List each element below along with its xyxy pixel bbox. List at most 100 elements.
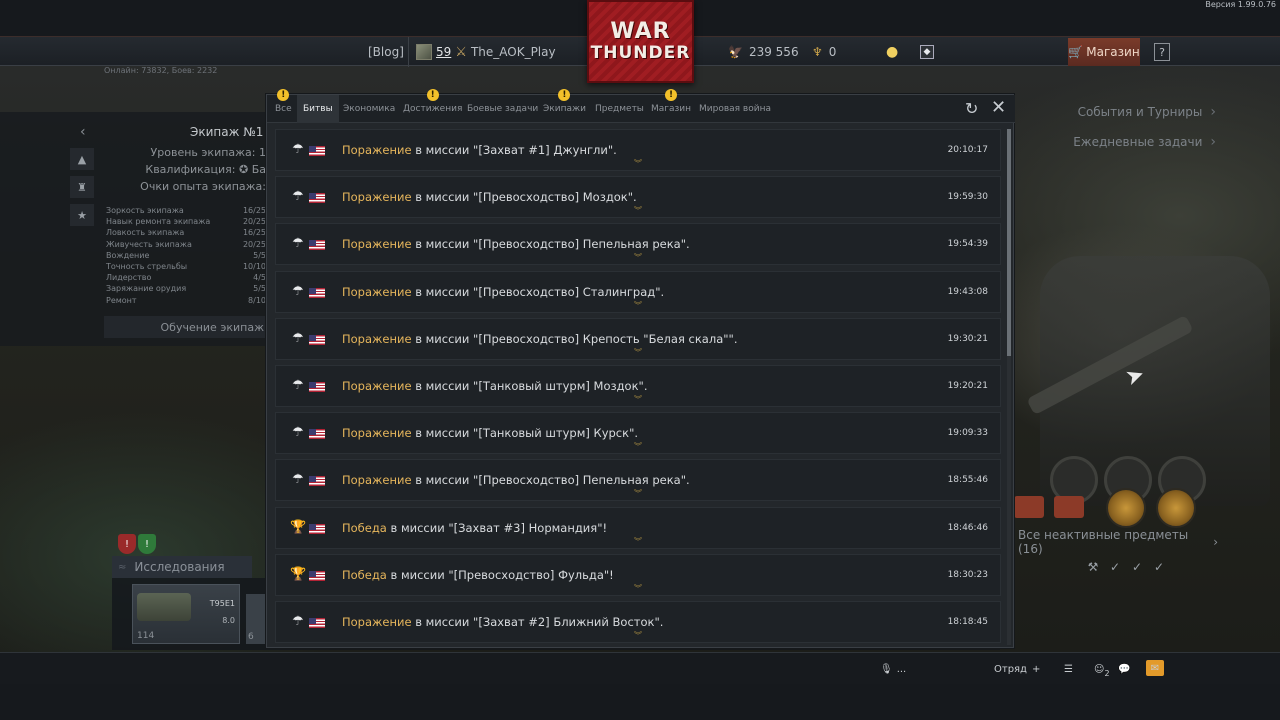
expand-chevron-icon[interactable]: ︾ (634, 347, 642, 358)
star-icon[interactable]: ★ (70, 204, 94, 226)
mission-name: "[Захват #2] Ближний Восток". (473, 614, 664, 629)
expand-chevron-icon[interactable]: ︾ (634, 536, 642, 547)
player-profile[interactable]: 59 ⚔ The_AOK_Play (416, 37, 556, 67)
notification-message: Поражение в миссии "[Захват #2] Ближний … (342, 615, 663, 629)
connector-text: в миссии (390, 567, 445, 582)
notifications-modal: Все! Битвы Экономика Достижения! Боевые зада… (266, 89, 1015, 648)
research-tab[interactable]: ≈ Исследования (112, 556, 252, 578)
expand-chevron-icon[interactable]: ︾ (634, 205, 642, 216)
gold-balance[interactable]: ♆ 0 (812, 37, 836, 67)
notifications-tab[interactable]: Экипажи! (537, 89, 592, 123)
eagle-icon: 🦅 (728, 45, 743, 59)
notifications-tab[interactable]: Магазин! (645, 89, 697, 123)
connector-text: в миссии (415, 237, 470, 252)
mission-name: "[Превосходство] Пепельная река". (473, 473, 690, 488)
crossed-swords-icon: ⚔ (455, 44, 467, 60)
scrollbar-thumb[interactable] (1007, 129, 1011, 357)
add-squad-icon[interactable]: + (1032, 653, 1040, 685)
squad-label[interactable]: Отряд (994, 653, 1027, 685)
inactive-items-label: Все неактивные предметы (16) (1018, 528, 1189, 556)
battle-notification[interactable]: ☂ Поражение в миссии "[Танковый штурм] Мо… (275, 364, 1001, 407)
notifications-tab[interactable]: Достижения! (397, 89, 468, 123)
soldier-icon[interactable]: ♜ (70, 176, 94, 198)
medal-icon[interactable] (1156, 488, 1196, 528)
chat-icon[interactable]: 💬 (1118, 653, 1130, 685)
vehicle-card[interactable]: T95E1 8.0 114 (132, 584, 240, 644)
mail-icon[interactable]: ✉ (1146, 660, 1164, 676)
notification-message: Поражение в миссии "[Танковый штурм] Моз… (342, 379, 647, 393)
tank-icon[interactable]: ▲ (70, 148, 94, 170)
connector-text: в миссии (415, 331, 470, 346)
wrench-icon[interactable]: ⚒ (1084, 560, 1102, 574)
battle-notification[interactable]: 🏆 Победа в миссии "[Захват #3] Нормандия"… (275, 506, 1001, 549)
result-text: Победа (342, 520, 387, 535)
notification-time: 18:18:45 (947, 616, 988, 627)
battle-notification[interactable]: ☂ Поражение в миссии "[Захват #1] Джунгли… (275, 129, 1001, 171)
daily-tasks-label: Ежедневные задачи (1073, 135, 1203, 149)
scrollbar[interactable] (1007, 129, 1011, 645)
voice-chat-button[interactable]: 🎙 ... (880, 653, 906, 685)
expand-chevron-icon[interactable]: ︾ (634, 630, 642, 641)
daily-tasks-link[interactable]: Ежедневные задачи › (1014, 128, 1222, 156)
close-icon[interactable]: ✕ (991, 97, 1006, 118)
vehicle-card[interactable]: 6 (246, 594, 266, 644)
battle-notification[interactable]: ☂ Поражение в миссии "[Танковый штурм] Ку… (275, 412, 1001, 455)
notifications-tab[interactable]: Битвы (297, 95, 339, 123)
notification-message: Поражение в миссии "[Танковый штурм] Кур… (342, 426, 638, 440)
red-shield-icon[interactable]: ! (118, 534, 136, 554)
notifications-tab[interactable]: Мировая война (693, 95, 777, 123)
multi-check-icon[interactable]: ✓ (1128, 560, 1146, 574)
battle-notification[interactable]: ☂ Поражение в миссии "[Превосходство] Пеп… (275, 459, 1001, 502)
ticket-icon[interactable] (1054, 496, 1084, 518)
battle-notification[interactable]: ☂ Поражение в миссии "[Превосходство] Пеп… (275, 223, 1001, 266)
notifications-tab[interactable]: Предметы (589, 95, 650, 123)
crew-stat-row: Ремонт 8/10 (106, 295, 266, 305)
ticket-icon[interactable] (1014, 496, 1044, 518)
blog-link[interactable]: [Blog] (364, 37, 409, 67)
friends-button[interactable]: ☺ 2 (1094, 653, 1110, 685)
lightbulb-icon[interactable]: ● (886, 37, 898, 67)
notifications-tab[interactable]: Экономика (337, 95, 401, 123)
notification-time: 18:55:46 (947, 475, 988, 486)
help-button[interactable]: ? (1154, 43, 1170, 61)
notification-time: 19:59:30 (947, 192, 988, 203)
battle-notification[interactable]: ☂ Поражение в миссии "[Захват #2] Ближний… (275, 600, 1001, 643)
parachute-icon: ☂ (292, 377, 304, 393)
silver-balance[interactable]: 🦅 239 556 (728, 37, 799, 67)
medal-icon[interactable] (1106, 488, 1146, 528)
shop-button[interactable]: 🛒 Магазин (1068, 38, 1140, 66)
expand-chevron-icon[interactable]: ︾ (634, 441, 642, 452)
inactive-items-link[interactable]: Все неактивные предметы (16) › (1018, 528, 1218, 556)
connector-text: в миссии (415, 190, 470, 205)
refresh-icon[interactable]: ↻ (965, 99, 978, 118)
check-icon[interactable]: ✓ (1150, 560, 1168, 574)
notification-message: Поражение в миссии "[Превосходство] Мозд… (342, 190, 637, 204)
expand-chevron-icon[interactable]: ︾ (634, 158, 642, 169)
expand-chevron-icon[interactable]: ︾ (634, 300, 642, 311)
double-chevron-icon: ≈ (118, 561, 127, 573)
expand-chevron-icon[interactable]: ︾ (634, 583, 642, 594)
notification-time: 20:10:17 (947, 145, 988, 155)
notifications-tab[interactable]: Все! (269, 89, 298, 123)
parachute-icon: ☂ (292, 283, 304, 299)
battle-notification[interactable]: ☂ Поражение в миссии "[Превосходство] Кре… (275, 317, 1001, 360)
list-icon[interactable]: ☰ (1064, 653, 1073, 685)
result-text: Поражение (342, 284, 412, 299)
premium-gem-button[interactable]: ◆ (920, 37, 934, 67)
battle-notification[interactable]: 🏆 Победа в миссии "[Превосходство] Фульда… (275, 553, 1001, 596)
mission-name: "[Превосходство] Фульда"! (448, 567, 614, 582)
green-shield-icon[interactable]: ! (138, 534, 156, 554)
silver-value: 239 556 (748, 45, 799, 59)
expand-chevron-icon[interactable]: ︾ (634, 252, 642, 263)
connector-text: в миссии (415, 473, 470, 488)
expand-chevron-icon[interactable]: ︾ (634, 394, 642, 405)
battle-notification[interactable]: ☂ Поражение в миссии "[Превосходство] Моз… (275, 176, 1001, 219)
battle-notification[interactable]: ☂ Поражение в миссии "[Превосходство] Ста… (275, 270, 1001, 313)
notification-time: 19:43:08 (947, 286, 988, 297)
events-tournaments-link[interactable]: События и Турниры › (1014, 98, 1222, 126)
chevron-left-icon[interactable]: ‹ (80, 124, 86, 140)
expand-chevron-icon[interactable]: ︾ (634, 488, 642, 499)
check-icon[interactable]: ✓ (1106, 560, 1124, 574)
notifications-tab[interactable]: Боевые задачи (461, 95, 544, 123)
crew-training-button[interactable]: Обучение экипаж (104, 316, 266, 338)
